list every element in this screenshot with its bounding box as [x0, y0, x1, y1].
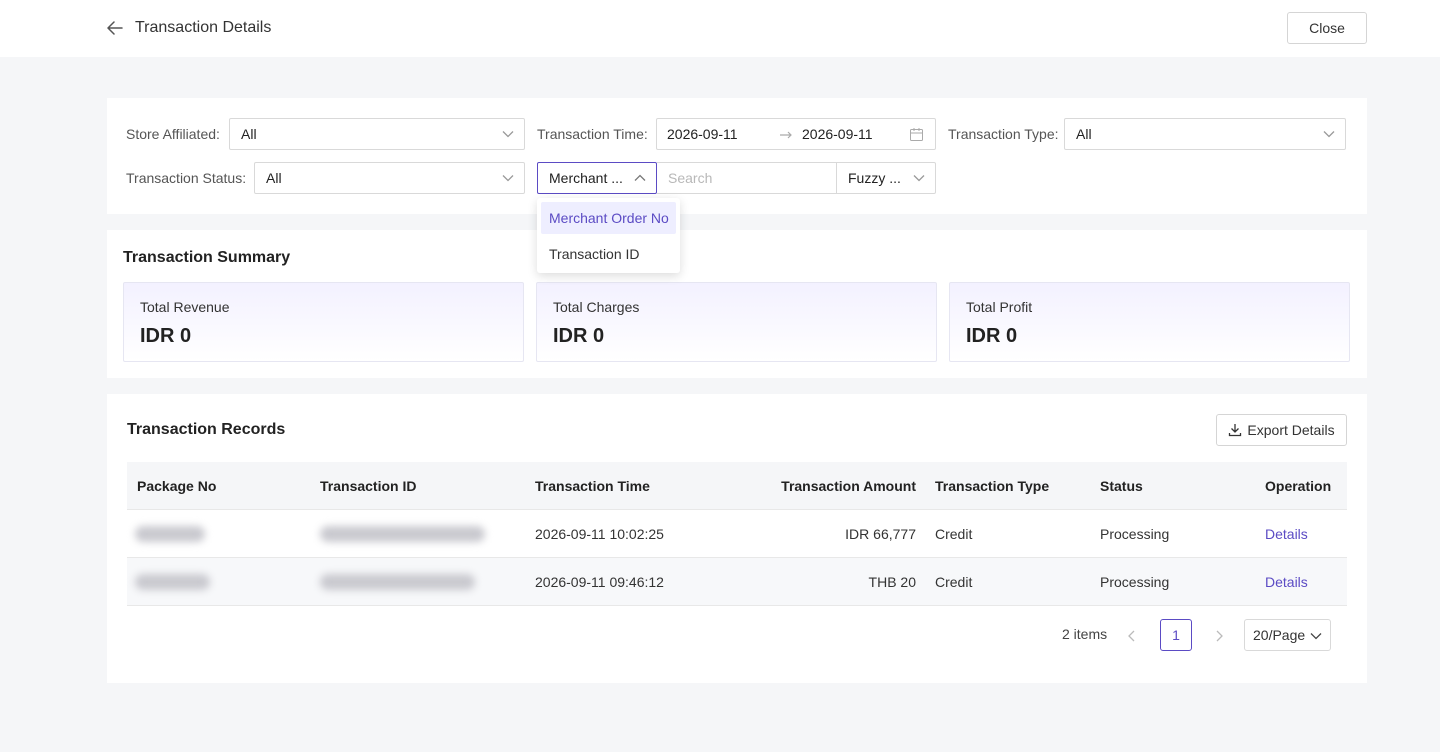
store-affiliated-label: Store Affiliated: [126, 126, 220, 142]
download-icon [1229, 424, 1242, 437]
transaction-time-label: Transaction Time: [537, 126, 648, 142]
card-value: IDR 0 [966, 325, 1018, 347]
table-row: 2026-09-11 09:46:12 THB 20 Credit Proces… [127, 558, 1347, 606]
card-label: Total Charges [553, 299, 640, 315]
filters-panel: Store Affiliated: All Transaction Time: … [107, 98, 1367, 214]
summary-title: Transaction Summary [123, 249, 291, 266]
store-affiliated-value: All [241, 126, 257, 142]
cell-status: Processing [1100, 574, 1170, 590]
page-title: Transaction Details [135, 19, 272, 36]
col-transaction-type: Transaction Type [935, 478, 1050, 494]
match-mode-value: Fuzzy ... [848, 170, 901, 186]
page-number-current[interactable]: 1 [1160, 619, 1192, 651]
export-details-button[interactable]: Export Details [1216, 414, 1347, 446]
records-panel: Transaction Records Export Details Packa… [107, 394, 1367, 683]
total-charges-card: Total Charges IDR 0 [536, 282, 937, 362]
page-size-value: 20/Page [1253, 627, 1306, 643]
close-button[interactable]: Close [1287, 12, 1367, 44]
transaction-type-select[interactable]: All [1064, 118, 1346, 150]
cell-status: Processing [1100, 526, 1170, 542]
records-title: Transaction Records [127, 421, 286, 438]
page-size-select[interactable]: 20/Page [1244, 619, 1331, 651]
search-field-dropdown: Merchant Order No Transaction ID [537, 198, 680, 273]
transaction-status-select[interactable]: All [254, 162, 525, 194]
total-revenue-card: Total Revenue IDR 0 [123, 282, 524, 362]
summary-panel: Transaction Summary Total Revenue IDR 0 … [107, 230, 1367, 378]
store-affiliated-select[interactable]: All [229, 118, 525, 150]
col-operation: Operation [1265, 478, 1332, 494]
option-merchant-order-no[interactable]: Merchant Order No [541, 202, 676, 234]
redacted-transaction-id [320, 574, 475, 590]
start-date[interactable]: 2026-09-11 [667, 126, 738, 142]
back-arrow-icon[interactable] [106, 18, 124, 38]
export-details-label: Export Details [1247, 422, 1335, 438]
redacted-package-no [135, 526, 205, 542]
chevron-down-icon [502, 131, 514, 138]
col-status: Status [1100, 478, 1143, 494]
card-value: IDR 0 [553, 325, 605, 347]
card-value: IDR 0 [140, 325, 192, 347]
option-transaction-id[interactable]: Transaction ID [541, 238, 676, 270]
chevron-down-icon [1310, 633, 1322, 640]
col-transaction-time: Transaction Time [535, 478, 650, 494]
chevron-down-icon [913, 175, 925, 182]
table-row: 2026-09-11 10:02:25 IDR 66,777 Credit Pr… [127, 510, 1347, 558]
total-items: 2 items [1062, 626, 1108, 642]
transaction-status-label: Transaction Status: [126, 170, 247, 186]
transaction-table: Package No Transaction ID Transaction Ti… [127, 462, 1347, 606]
cell-time: 2026-09-11 10:02:25 [535, 526, 664, 542]
search-field-value: Merchant ... [549, 170, 623, 186]
transaction-type-label: Transaction Type: [948, 126, 1059, 142]
prev-page-icon[interactable] [1126, 628, 1138, 644]
transaction-status-value: All [266, 170, 282, 186]
table-header: Package No Transaction ID Transaction Ti… [127, 462, 1347, 510]
total-profit-card: Total Profit IDR 0 [949, 282, 1350, 362]
match-mode-select[interactable]: Fuzzy ... [836, 162, 936, 194]
arrow-right-icon [780, 131, 792, 139]
col-transaction-id: Transaction ID [320, 478, 417, 494]
details-link[interactable]: Details [1265, 574, 1308, 590]
cell-time: 2026-09-11 09:46:12 [535, 574, 664, 590]
chevron-down-icon [502, 175, 514, 182]
redacted-package-no [135, 574, 210, 590]
chevron-down-icon [1323, 131, 1335, 138]
col-package-no: Package No [137, 478, 217, 494]
transaction-time-range[interactable]: 2026-09-11 2026-09-11 [656, 118, 936, 150]
transaction-type-value: All [1076, 126, 1092, 142]
card-label: Total Revenue [140, 299, 230, 315]
cell-amount: IDR 66,777 [845, 526, 916, 542]
end-date[interactable]: 2026-09-11 [802, 126, 873, 142]
cell-amount: THB 20 [868, 574, 916, 590]
cell-type: Credit [935, 574, 973, 590]
card-label: Total Profit [966, 299, 1033, 315]
search-input[interactable] [657, 162, 837, 194]
col-transaction-amount: Transaction Amount [781, 478, 916, 494]
top-bar: Transaction Details Close [0, 0, 1440, 57]
search-field-select[interactable]: Merchant ... [537, 162, 657, 194]
redacted-transaction-id [320, 526, 485, 542]
chevron-up-icon [634, 174, 646, 181]
details-link[interactable]: Details [1265, 526, 1308, 542]
calendar-icon [910, 128, 923, 141]
next-page-icon[interactable] [1213, 628, 1225, 644]
cell-type: Credit [935, 526, 973, 542]
